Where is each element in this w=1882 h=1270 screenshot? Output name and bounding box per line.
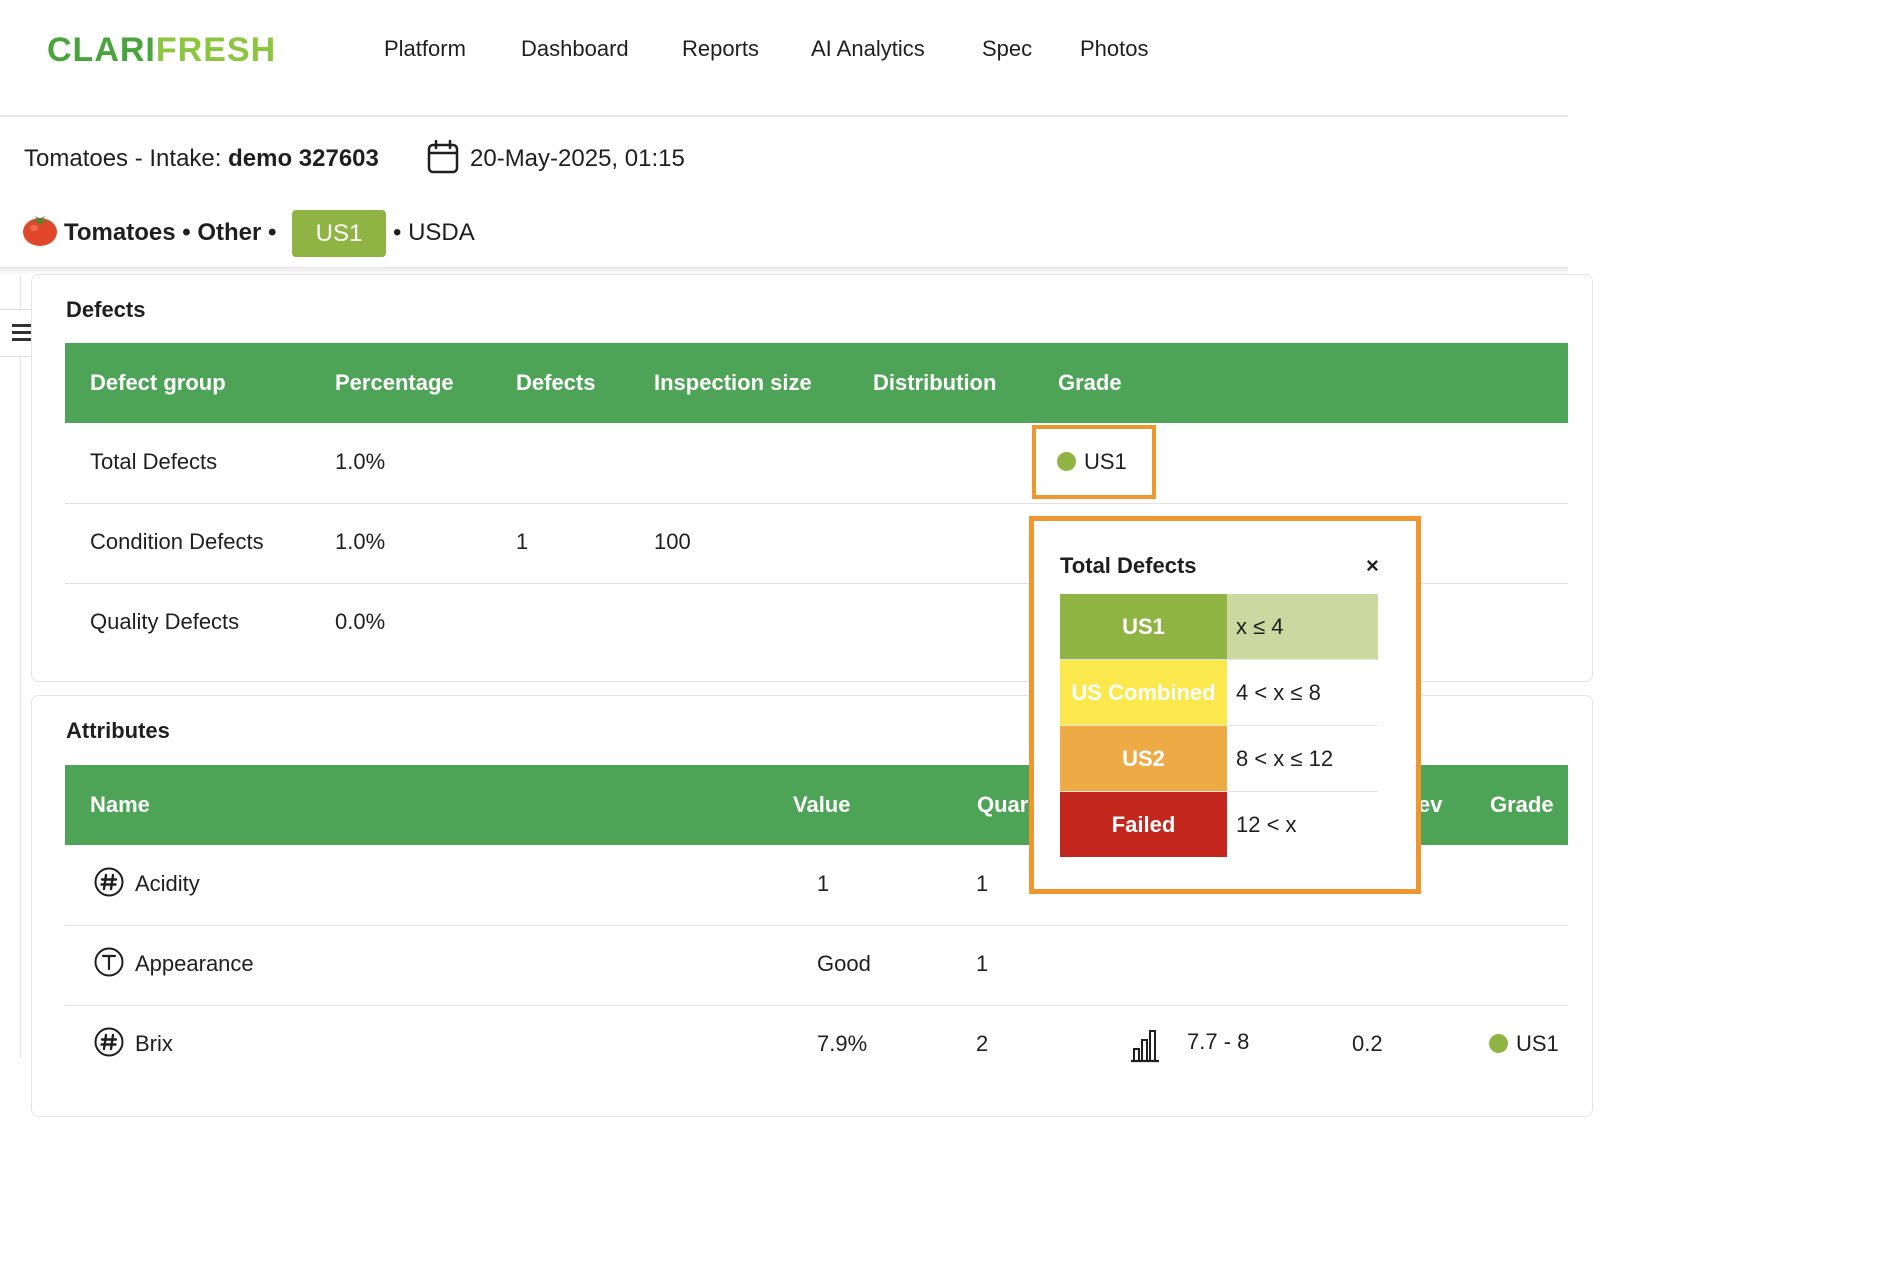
text-type-icon [94,947,124,977]
overall-grade-badge: US1 [292,210,386,257]
popover-title: Total Defects [1060,553,1197,578]
defects-count-cell: 1 [516,529,529,554]
top-navigation: CLARIFRESH Platform Dashboard Reports AI… [0,0,1568,117]
percentage-cell: 1.0% [335,449,386,474]
col-attr-grade[interactable]: Grade [1490,790,1554,820]
grade-threshold-row: Failed 12 < x [1060,792,1378,857]
clarifresh-logo[interactable]: CLARIFRESH [47,30,276,70]
col-defect-group[interactable]: Defect group [90,368,226,398]
attribute-value: Good [817,951,871,976]
nav-spec[interactable]: Spec [982,34,1032,64]
logo-text-part2: FRESH [155,31,277,69]
nav-dashboard[interactable]: Dashboard [521,34,629,64]
attributes-title: Attributes [66,718,170,743]
hash-icon [94,867,124,897]
tomato-icon [23,216,57,246]
attribute-value: 7.9% [817,1031,868,1056]
col-stdev[interactable]: ev [1418,790,1442,820]
defect-group-cell: Quality Defects [90,609,240,634]
col-distribution[interactable]: Distribution [873,368,996,398]
intake-title: Tomatoes - Intake: demo 327603 [24,143,379,175]
attribute-quantity: 1 [976,871,989,896]
sidebar-edge [20,275,21,1058]
nav-platform[interactable]: Platform [384,34,466,64]
grade-label-us2: US2 [1060,726,1227,791]
attribute-value: 1 [817,871,830,896]
grade-dot [1057,452,1076,471]
attribute-grade-label: US1 [1516,1031,1559,1056]
inspection-header: Tomatoes - Intake: demo 327603 20-May-20… [0,117,1568,267]
total-defects-grade-cell[interactable]: US1 [1032,425,1156,499]
percentage-cell: 1.0% [335,529,386,554]
grade-indicator: US1 [1057,447,1127,477]
table-row: Appearance Good 1 [65,925,1568,1006]
defects-table-header: Defect group Percentage Defects Inspecti… [65,343,1568,423]
nav-ai-analytics[interactable]: AI Analytics [811,34,925,64]
attribute-grade: US1 [1489,1029,1559,1059]
grade-label-us1: US1 [1060,594,1227,659]
hash-icon [94,1027,124,1057]
grade-thresholds-popover: Total Defects × US1 x ≤ 4 US Combined 4 … [1029,516,1421,894]
col-inspection-size[interactable]: Inspection size [654,368,812,398]
nav-photos[interactable]: Photos [1080,34,1149,64]
grade-threshold-row: US2 8 < x ≤ 12 [1060,726,1378,792]
product-info: Tomatoes • Other • [64,219,277,246]
nav-reports[interactable]: Reports [682,34,759,64]
col-value[interactable]: Value [793,790,850,820]
table-row: Total Defects 1.0% [65,423,1568,504]
defect-group-cell: Total Defects [90,449,218,474]
intake-id: demo 327603 [228,145,379,172]
grade-label-failed: Failed [1060,792,1227,857]
attribute-name: Brix [135,1031,173,1056]
table-row: Brix 7.9% 2 7.7 - 8 0.2 US1 [65,1005,1568,1085]
attribute-name: Acidity [135,871,200,896]
grade-rule: 12 < x [1236,812,1297,837]
defect-group-cell: Condition Defects [90,529,264,554]
attribute-name: Appearance [135,951,254,976]
attribute-quantity: 1 [976,951,989,976]
grade-dot [1489,1034,1508,1053]
attribute-quantity: 2 [976,1031,989,1056]
close-icon[interactable]: × [1366,553,1379,579]
defects-title: Defects [66,297,146,322]
logo-text-part1: CLARI [47,31,156,69]
calendar-icon [427,140,459,174]
col-grade[interactable]: Grade [1058,368,1122,398]
intake-prefix: Tomatoes - Intake: [24,145,229,172]
grade-rule: 4 < x ≤ 8 [1236,680,1321,705]
distribution-chart-icon[interactable] [1129,1027,1161,1063]
grade-rule: x ≤ 4 [1227,594,1378,659]
grading-standard: • USDA [393,219,475,246]
inspection-date: 20-May-2025, 01:15 [470,145,685,172]
col-quantity[interactable]: Quar [977,790,1028,820]
grade-label: US1 [1084,449,1127,474]
percentage-cell: 0.0% [335,609,386,634]
col-percentage[interactable]: Percentage [335,368,454,398]
attribute-range: 7.7 - 8 [1187,1029,1250,1054]
grade-threshold-table: US1 x ≤ 4 US Combined 4 < x ≤ 8 US2 8 < … [1060,594,1378,857]
attribute-stdev: 0.2 [1352,1031,1383,1056]
col-name[interactable]: Name [90,790,150,820]
grade-label-us-combined: US Combined [1060,660,1227,725]
inspection-size-cell: 100 [654,529,691,554]
grade-threshold-row: US Combined 4 < x ≤ 8 [1060,660,1378,726]
grade-threshold-row: US1 x ≤ 4 [1060,594,1378,660]
grade-rule: 8 < x ≤ 12 [1236,746,1334,771]
col-defects[interactable]: Defects [516,368,595,398]
